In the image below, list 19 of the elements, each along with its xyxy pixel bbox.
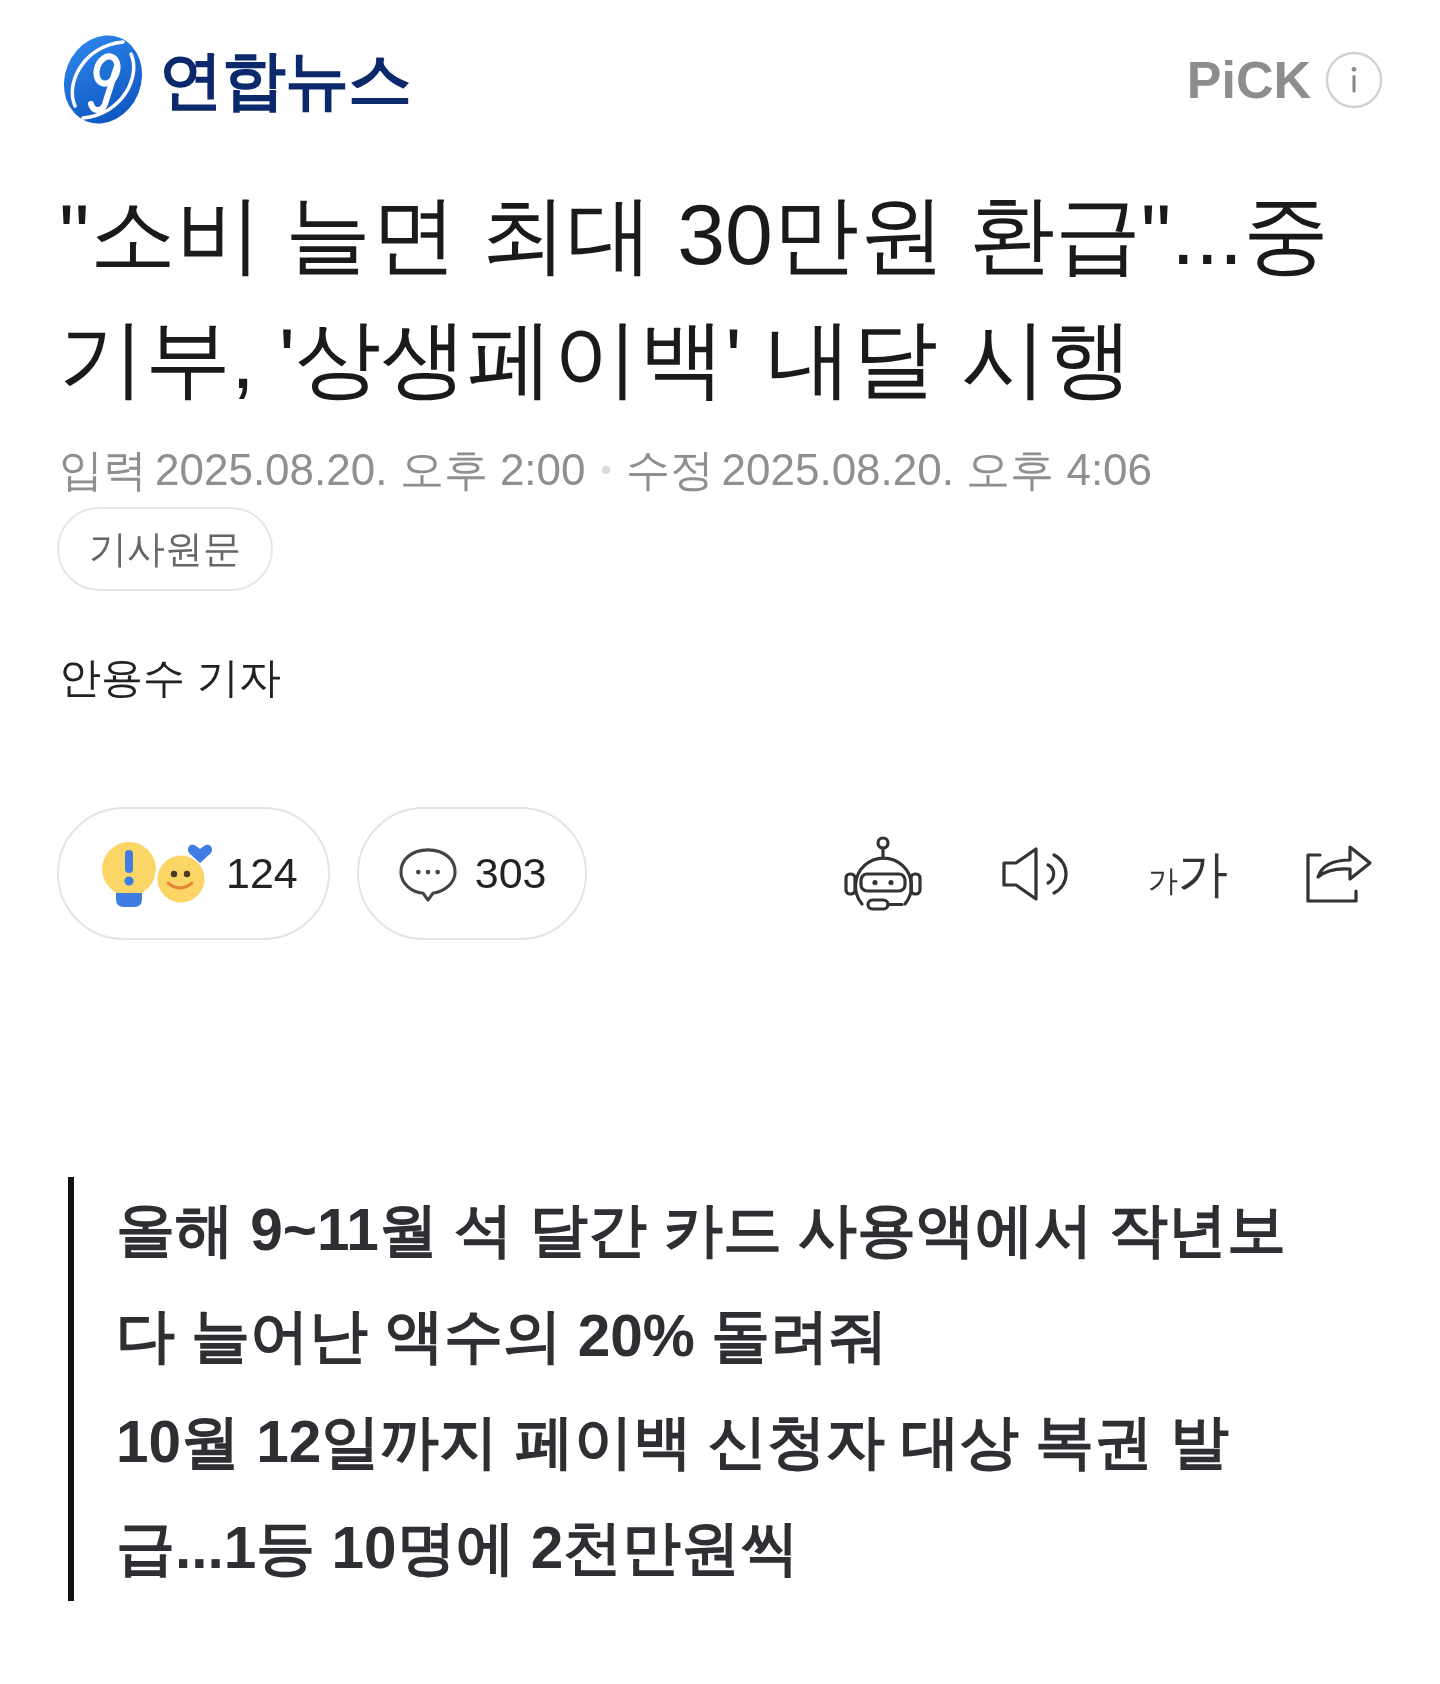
article-title: "소비 늘면 최대 30만원 환급"...중기부, '상생페이백' 내달 시행 — [59, 185, 1330, 408]
source-article-button[interactable]: 기사원문 — [57, 507, 273, 591]
date-value: 2025.08.20. 오후 4:06 — [721, 445, 1153, 495]
date-label: 수정 — [625, 445, 714, 495]
date-label: 입력 — [59, 445, 147, 495]
comment-button[interactable]: 303 — [356, 807, 587, 940]
separator-dot-icon — [601, 466, 610, 474]
logo-text: 연합뉴스 — [159, 47, 411, 112]
summary-line: 올해 9~11월 석 달간 카드 사용액에서 작년보다 늘어난 액수의 20% 돌려줘 — [116, 1196, 1288, 1370]
robot-icon[interactable] — [842, 835, 924, 912]
date-value: 2025.08.20. 오후 2:00 — [155, 445, 586, 495]
pick-label: PiCK — [1186, 53, 1311, 106]
reaction-button[interactable]: 124 — [57, 807, 330, 940]
share-icon[interactable] — [1304, 842, 1374, 905]
reporter-byline: 안용수 기자 — [58, 653, 281, 703]
text-size-button[interactable]: 가가 — [1148, 848, 1228, 899]
summary-line: 10월 12일까지 페이백 신청자 대상 복권 발급...1등 10명에 2천만원씩 — [116, 1408, 1230, 1582]
logo-icon — [61, 32, 145, 127]
lightbulb-icon — [100, 840, 158, 907]
